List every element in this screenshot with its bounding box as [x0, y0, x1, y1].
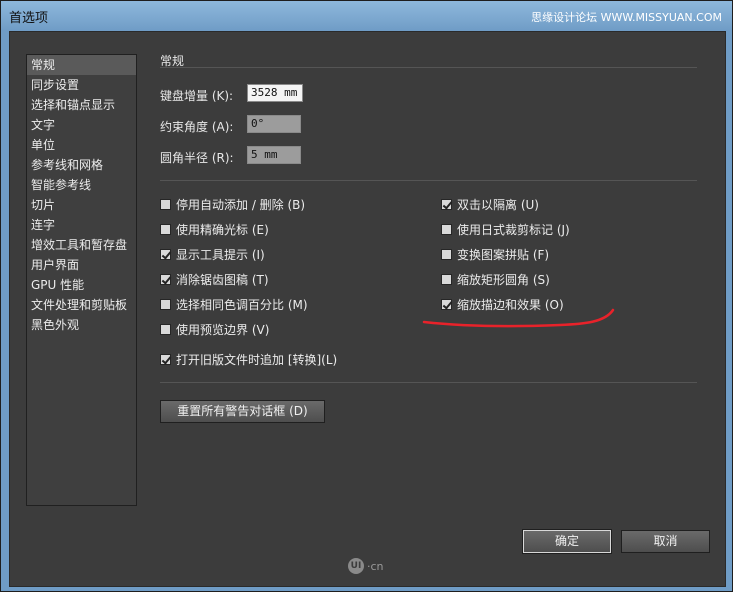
option-checkbox[interactable]: 使用日式裁剪标记 (J): [441, 221, 570, 237]
checkbox-label: 双击以隔离 (U): [457, 197, 539, 212]
sidebar-item[interactable]: 用户界面: [27, 255, 136, 275]
reset-warnings-button[interactable]: 重置所有警告对话框 (D): [160, 400, 325, 423]
option-checkbox[interactable]: 使用预览边界 (V): [160, 321, 269, 337]
checkbox-label: 使用日式裁剪标记 (J): [457, 222, 570, 237]
checkbox-box[interactable]: [160, 223, 171, 235]
checkbox-label: 使用预览边界 (V): [176, 322, 270, 337]
corner-radius-input[interactable]: 5 mm: [247, 146, 301, 164]
logo-icon: UI: [348, 558, 364, 574]
checkbox-box[interactable]: [441, 273, 452, 285]
checkbox-box[interactable]: [160, 323, 171, 335]
sidebar-item[interactable]: 常规: [27, 55, 136, 75]
sidebar-item[interactable]: 文件处理和剪贴板: [27, 295, 136, 315]
logo-suffix: ·cn: [367, 559, 384, 573]
sidebar-item[interactable]: 切片: [27, 195, 136, 215]
checkbox-label: 打开旧版文件时追加 [转换](L): [176, 352, 338, 367]
legacy-file-checkbox[interactable]: 打开旧版文件时追加 [转换](L): [160, 351, 337, 367]
sidebar-item[interactable]: 同步设置: [27, 75, 136, 95]
checkbox-box[interactable]: [160, 298, 171, 310]
checkbox-box[interactable]: [160, 273, 171, 285]
sidebar-item[interactable]: 增效工具和暂存盘: [27, 235, 136, 255]
divider: [160, 180, 697, 181]
option-checkbox[interactable]: 选择相同色调百分比 (M): [160, 296, 308, 312]
sidebar-item[interactable]: 文字: [27, 115, 136, 135]
checkbox-label: 使用精确光标 (E): [176, 222, 269, 237]
sidebar-item[interactable]: 黑色外观: [27, 315, 136, 335]
option-checkbox[interactable]: 缩放矩形圆角 (S): [441, 271, 550, 287]
option-checkbox[interactable]: 双击以隔离 (U): [441, 196, 539, 212]
sidebar-item[interactable]: 选择和锚点显示: [27, 95, 136, 115]
checkbox-label: 显示工具提示 (I): [176, 247, 265, 262]
checkbox-box[interactable]: [160, 353, 171, 365]
checkbox-box[interactable]: [160, 248, 171, 260]
sidebar-item[interactable]: 连字: [27, 215, 136, 235]
option-checkbox[interactable]: 消除锯齿图稿 (T): [160, 271, 269, 287]
title-bar[interactable]: 首选项 思缘设计论坛 WWW.MISSYUAN.COM: [1, 1, 732, 31]
checkbox-label: 变换图案拼贴 (F): [457, 247, 550, 262]
keyboard-increment-input[interactable]: 3528 mm: [247, 84, 303, 102]
divider: [160, 382, 697, 383]
corner-radius-label: 圆角半径 (R):: [160, 151, 234, 165]
dialog-body: 常规 同步设置 选择和锚点显示 文字 单位 参考线和网格 智能参考线 切片 连字 增效工具和暂存盘…: [9, 31, 726, 587]
sidebar-item[interactable]: 参考线和网格: [27, 155, 136, 175]
ok-button[interactable]: 确定: [522, 529, 612, 554]
checkbox-box[interactable]: [441, 248, 452, 260]
keyboard-increment-label: 键盘增量 (K):: [160, 89, 234, 103]
category-list: 常规 同步设置 选择和锚点显示 文字 单位 参考线和网格 智能参考线 切片 连字 增效工具和暂存盘…: [26, 54, 137, 506]
checkbox-label: 选择相同色调百分比 (M): [176, 297, 308, 312]
checkbox-label: 消除锯齿图稿 (T): [176, 272, 269, 287]
red-annotation-underline: [422, 308, 615, 328]
checkbox-box[interactable]: [441, 198, 452, 210]
checkbox-label: 停用自动添加 / 删除 (B): [176, 197, 306, 212]
checkbox-box[interactable]: [160, 198, 171, 210]
constrain-angle-label: 约束角度 (A):: [160, 120, 234, 134]
constrain-angle-input[interactable]: 0°: [247, 115, 301, 133]
preferences-window: 首选项 思缘设计论坛 WWW.MISSYUAN.COM 常规 同步设置 选择和锚点显…: [0, 0, 733, 592]
checkbox-box[interactable]: [441, 223, 452, 235]
checkbox-label: 缩放矩形圆角 (S): [457, 272, 550, 287]
sidebar-item[interactable]: GPU 性能: [27, 275, 136, 295]
watermark-text: 思缘设计论坛 WWW.MISSYUAN.COM: [531, 11, 722, 24]
uicn-logo: UI ·cn: [348, 558, 384, 574]
window-title: 首选项: [9, 11, 49, 26]
option-checkbox[interactable]: 停用自动添加 / 删除 (B): [160, 196, 305, 212]
sidebar-item[interactable]: 智能参考线: [27, 175, 136, 195]
option-checkbox[interactable]: 使用精确光标 (E): [160, 221, 269, 237]
option-checkbox[interactable]: 显示工具提示 (I): [160, 246, 265, 262]
cancel-button[interactable]: 取消: [621, 530, 710, 553]
divider: [160, 67, 697, 68]
option-checkbox[interactable]: 变换图案拼贴 (F): [441, 246, 549, 262]
sidebar-item[interactable]: 单位: [27, 135, 136, 155]
